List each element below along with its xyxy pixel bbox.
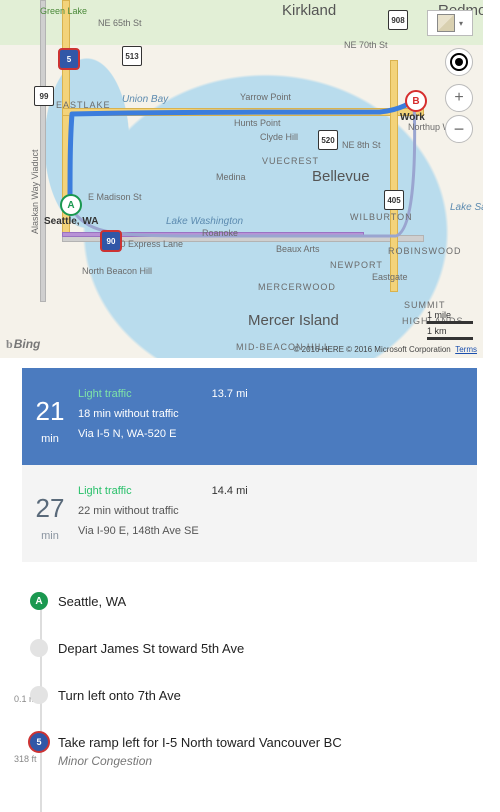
map-label-lakewa: Lake Washington	[166, 216, 243, 227]
map-label-hunts: Hunts Point	[234, 118, 281, 128]
target-icon	[450, 53, 468, 71]
map-label-wilburton: WILBURTON	[350, 212, 413, 222]
map-label-green-lake: Green Lake	[40, 6, 87, 16]
route-2-traffic: Light traffic	[78, 485, 132, 497]
map-label-newport: NEWPORT	[330, 260, 383, 270]
map-style-thumb-icon	[437, 14, 455, 32]
interstate-shield-icon	[28, 731, 50, 753]
route-2-time: 27 min	[22, 485, 78, 542]
segment-2-distance: 318 ft	[14, 754, 37, 764]
route-option-1[interactable]: 21 min Light traffic 13.7 mi 18 min with…	[22, 368, 477, 465]
map-label-clyde: Clyde Hill	[260, 132, 298, 142]
locate-me-button[interactable]	[445, 48, 473, 76]
step-2-text: Turn left onto 7th Ave	[58, 688, 181, 703]
map-label-ne8: NE 8th St	[342, 140, 381, 150]
map-label-ne65: NE 65th St	[98, 18, 142, 28]
step-3-sub: Minor Congestion	[58, 754, 473, 768]
route-1-via: Via I-5 N, WA-520 E	[78, 428, 463, 440]
map-label-summit: SUMMIT	[404, 300, 446, 310]
step-3[interactable]: Take ramp left for I-5 North toward Vanc…	[58, 719, 483, 784]
route-start-marker: A	[60, 194, 82, 216]
map-label-emadison: E Madison St	[88, 192, 142, 202]
map-label-alaskan: Alaskan Way Viaduct	[30, 149, 40, 234]
map-scale: 1 mile 1 km	[427, 310, 473, 340]
terms-link[interactable]: Terms	[455, 345, 477, 354]
map-label-nbeacon: North Beacon Hill	[82, 266, 152, 276]
map-label-robinswood: ROBINSWOOD	[388, 246, 462, 256]
step-start[interactable]: Seattle, WA	[58, 578, 483, 625]
page-scroll[interactable]: A Seattle, WA B Work Green Lake NE 65th …	[0, 0, 500, 812]
route-end-marker: B	[405, 90, 427, 112]
minus-icon: −	[454, 119, 465, 140]
route-1-no-traffic: 18 min without traffic	[78, 408, 463, 420]
shield-sr520-icon: 520	[318, 130, 338, 150]
step-1-text: Depart James St toward 5th Ave	[58, 641, 244, 656]
step-1[interactable]: Depart James St toward 5th Ave	[58, 625, 483, 672]
map-label-yarrow: Yarrow Point	[240, 92, 291, 102]
directions-list: Seattle, WA Depart James St toward 5th A…	[20, 578, 483, 784]
step-dot-icon	[30, 686, 48, 704]
step-start-text: Seattle, WA	[58, 594, 126, 609]
route-2-distance: 14.4 mi	[212, 485, 248, 497]
shield-sr99-icon: 99	[34, 86, 54, 106]
map-label-vuecrest: VUECREST	[262, 156, 319, 166]
map-label-medina: Medina	[216, 172, 246, 182]
shield-sr405-icon: 405	[384, 190, 404, 210]
map-label-bellevue: Bellevue	[312, 168, 370, 185]
map-label-roanoke: Roanoke	[202, 228, 238, 238]
shield-i5-icon: 5	[58, 48, 80, 70]
shield-sr908-icon: 908	[388, 10, 408, 30]
plus-icon: +	[454, 89, 463, 107]
route-1-traffic: Light traffic	[78, 388, 132, 400]
map-label-kirkland: Kirkland	[282, 2, 336, 19]
route-1-distance: 13.7 mi	[212, 388, 248, 400]
map-copyright: © 2016 HERE © 2016 Microsoft Corporation…	[294, 345, 477, 354]
map-style-button[interactable]: ▾	[427, 10, 473, 36]
route-start-label: Seattle, WA	[44, 216, 98, 227]
map-label-beaux: Beaux Arts	[276, 244, 320, 254]
map-label-union-bay: Union Bay	[122, 94, 168, 105]
map-label-mercerwood: MERCERWOOD	[258, 282, 336, 292]
route-option-2[interactable]: 27 min Light traffic 14.4 mi 22 min with…	[22, 465, 477, 562]
step-2[interactable]: Turn left onto 7th Ave	[58, 672, 483, 719]
map-label-ne70k: NE 70th St	[344, 40, 388, 50]
route-2-no-traffic: 22 min without traffic	[78, 505, 463, 517]
map-label-eastlake: EASTLAKE	[56, 100, 111, 110]
map-label-lakesamm: Lake Samn	[450, 202, 483, 213]
step-3-text: Take ramp left for I-5 North toward Vanc…	[58, 735, 342, 750]
shield-i90-icon: 90	[100, 230, 122, 252]
map-label-eastgate: Eastgate	[372, 272, 408, 282]
zoom-out-button[interactable]: −	[445, 115, 473, 143]
chevron-down-icon: ▾	[459, 19, 463, 28]
shield-sr513-icon: 513	[122, 46, 142, 66]
bing-logo: Bing	[6, 337, 40, 352]
zoom-in-button[interactable]: +	[445, 84, 473, 112]
step-dot-icon	[30, 639, 48, 657]
start-marker-icon	[30, 592, 48, 610]
map-label-mercer: Mercer Island	[248, 312, 339, 329]
map-canvas[interactable]: A Seattle, WA B Work Green Lake NE 65th …	[0, 0, 483, 358]
route-1-time: 21 min	[22, 388, 78, 445]
route-2-via: Via I-90 E, 148th Ave SE	[78, 525, 463, 537]
